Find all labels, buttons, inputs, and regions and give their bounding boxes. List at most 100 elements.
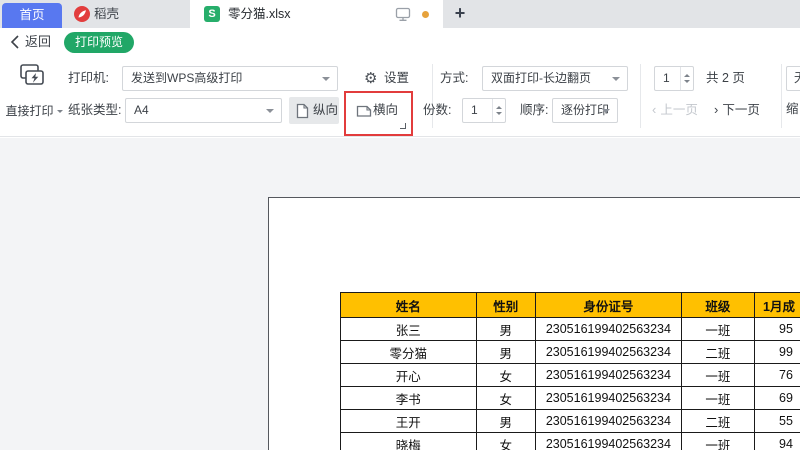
unsaved-dot-icon: [422, 11, 429, 18]
chevron-left-icon: ‹: [652, 102, 656, 117]
table-cell: 晓梅: [341, 433, 477, 450]
back-label: 返回: [25, 34, 51, 49]
nav-row: 返回 打印预览: [0, 28, 800, 56]
table-cell: 230516199402563234: [536, 364, 682, 387]
table-cell: 二班: [681, 341, 754, 364]
table-cell: 230516199402563234: [536, 433, 682, 450]
tab-docer[interactable]: 稻壳: [66, 0, 186, 28]
preview-table: 姓名 性别 身份证号 班级 1月成 张三 男 23051619940256323…: [340, 292, 800, 450]
page-number-spinner[interactable]: 1: [654, 66, 694, 91]
table-cell: 一班: [681, 387, 754, 410]
table-row: 零分猫 男 230516199402563234 二班 99: [341, 341, 800, 364]
tab-document[interactable]: S 零分猫.xlsx: [190, 0, 443, 28]
spinner-arrows: [492, 99, 505, 122]
print-zoom-select[interactable]: 无: [786, 66, 800, 91]
table-cell: 一班: [681, 318, 754, 341]
zoom-label-clipped: 缩: [786, 97, 799, 122]
prev-page-label: 上一页: [660, 103, 698, 117]
arrow-up-icon[interactable]: [684, 71, 690, 77]
printer-label: 打印机:: [68, 66, 109, 91]
table-cell: 230516199402563234: [536, 318, 682, 341]
direct-print-label: 直接打印: [5, 104, 53, 118]
print-preview-area: 姓名 性别 身份证号 班级 1月成 张三 男 23051619940256323…: [0, 138, 800, 450]
table-cell: 230516199402563234: [536, 410, 682, 433]
spreadsheet-icon: S: [204, 6, 220, 22]
gear-icon: ⚙: [364, 66, 377, 91]
copies-spinner[interactable]: 1: [462, 98, 506, 123]
table-cell: 女: [476, 364, 536, 387]
wps-print-preview-window: 首页 稻壳 S 零分猫.xlsx + 返回 打印预览: [0, 0, 800, 450]
table-cell: 男: [476, 341, 536, 364]
duplex-method-value: 双面打印-长边翻页: [491, 71, 591, 85]
printer-select-value: 发送到WPS高级打印: [131, 71, 242, 85]
paper-type-value: A4: [134, 103, 149, 117]
preview-page: 姓名 性别 身份证号 班级 1月成 张三 男 23051619940256323…: [268, 197, 800, 450]
table-cell: 95: [755, 318, 800, 341]
table-cell: 张三: [341, 318, 477, 341]
docer-icon: [74, 6, 90, 22]
copies-label: 份数:: [423, 98, 451, 123]
spinner-arrows: [680, 67, 693, 90]
table-cell: 二班: [681, 410, 754, 433]
paper-type-label: 纸张类型:: [68, 98, 121, 123]
next-page-label: 下一页: [722, 103, 760, 117]
back-button[interactable]: 返回: [10, 28, 51, 56]
toolbar: 直接打印 打印机: 发送到WPS高级打印 ⚙ 设置 方式: 双面打印-长边翻页 …: [0, 56, 800, 137]
table-cell: 男: [476, 410, 536, 433]
print-preview-badge: 打印预览: [64, 32, 134, 53]
portrait-button[interactable]: 纵向: [289, 97, 339, 124]
table-row: 王开 男 230516199402563234 二班 55: [341, 410, 800, 433]
tab-home[interactable]: 首页: [2, 3, 62, 28]
table-cell: 一班: [681, 433, 754, 450]
tab-bar: 首页 稻壳 S 零分猫.xlsx +: [0, 0, 800, 28]
chevron-down-icon: [602, 109, 610, 117]
chevron-right-icon: ›: [714, 102, 718, 117]
header-score: 1月成: [755, 293, 800, 318]
copies-value: 1: [471, 99, 478, 122]
page-number-value: 1: [663, 67, 670, 90]
table-cell: 230516199402563234: [536, 387, 682, 410]
direct-print-button[interactable]: 直接打印: [2, 102, 66, 119]
header-class: 班级: [681, 293, 754, 318]
chevron-left-icon: [10, 35, 20, 49]
total-pages-label: 共 2 页: [706, 66, 745, 91]
table-cell: 99: [755, 341, 800, 364]
new-tab-button[interactable]: +: [448, 0, 472, 28]
table-row: 李书 女 230516199402563234 一班 69: [341, 387, 800, 410]
table-cell: 零分猫: [341, 341, 477, 364]
prev-page-button[interactable]: ‹ 上一页: [652, 97, 698, 122]
arrow-down-icon[interactable]: [684, 80, 690, 86]
arrow-up-icon[interactable]: [496, 103, 502, 109]
next-page-button[interactable]: › 下一页: [714, 97, 760, 122]
table-cell: 230516199402563234: [536, 341, 682, 364]
table-row: 开心 女 230516199402563234 一班 76: [341, 364, 800, 387]
chevron-down-icon: [266, 109, 274, 117]
monitor-icon[interactable]: [395, 6, 411, 22]
paper-type-select[interactable]: A4: [125, 98, 282, 123]
table-cell: 李书: [341, 387, 477, 410]
table-cell: 王开: [341, 410, 477, 433]
duplex-method-select[interactable]: 双面打印-长边翻页: [482, 66, 628, 91]
chevron-down-icon: [57, 110, 63, 116]
document-title: 零分猫.xlsx: [228, 0, 291, 28]
toolbar-divider: [640, 64, 641, 128]
header-id: 身份证号: [536, 293, 682, 318]
printer-select[interactable]: 发送到WPS高级打印: [122, 66, 338, 91]
chevron-down-icon: [322, 77, 330, 85]
table-cell: 94: [755, 433, 800, 450]
table-cell: 开心: [341, 364, 477, 387]
tab-docer-label: 稻壳: [94, 0, 119, 28]
arrow-down-icon[interactable]: [496, 112, 502, 118]
portrait-label: 纵向: [313, 97, 338, 124]
table-cell: 55: [755, 410, 800, 433]
landscape-highlight-annotation: [344, 91, 413, 136]
table-cell: 女: [476, 387, 536, 410]
method-label: 方式:: [440, 66, 468, 91]
collate-order-select[interactable]: 逐份打印: [552, 98, 618, 123]
chevron-down-icon: [612, 77, 620, 85]
table-row: 晓梅 女 230516199402563234 一班 94: [341, 433, 800, 450]
table-cell: 男: [476, 318, 536, 341]
header-name: 姓名: [341, 293, 477, 318]
table-cell: 69: [755, 387, 800, 410]
settings-button[interactable]: 设置: [384, 66, 409, 91]
